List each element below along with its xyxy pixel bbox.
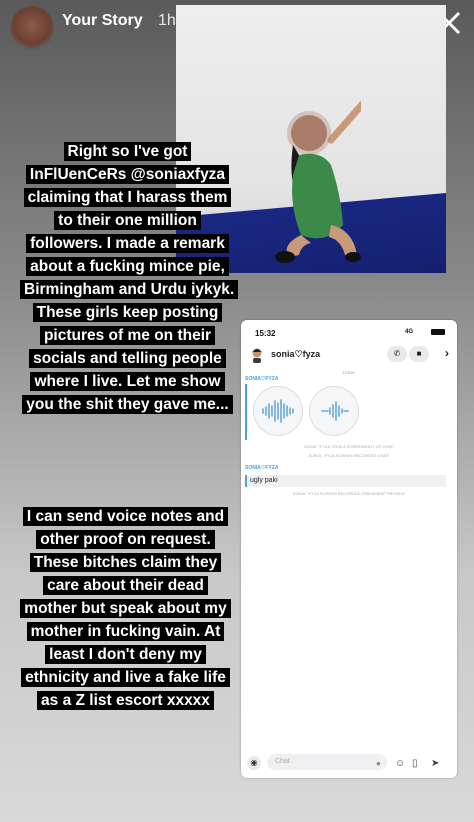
notice-screenshot: SONIA♡FYZA TOOK A SCREENSHOT OF CHAT! [304, 444, 394, 449]
avatar[interactable] [10, 6, 54, 50]
phone-icon[interactable]: ✆ [387, 346, 407, 362]
story-time: 1h [158, 12, 176, 29]
notice-profile: SONIA♡FYZA SCREEN RECORDED FRIENDSHIP PR… [292, 491, 406, 496]
status-network: 4G [404, 329, 413, 335]
chat-screenshot: 15:32 4G sonia♡fyza ✆ ■ › TODAY SONIA♡FY… [241, 320, 457, 778]
message-bar [245, 384, 247, 440]
rocket-icon[interactable]: ➤ [431, 758, 439, 769]
chat-input[interactable]: Chat [267, 754, 387, 770]
contact-name[interactable]: sonia♡fyza [271, 349, 320, 360]
chat-input-bar: ◉ Chat ● ☺ ▯ ➤ [241, 750, 457, 778]
story-title: Your Story [62, 12, 143, 29]
caption-bottom: I can send voice notes and other proof o… [18, 505, 233, 712]
sender-label: SONIA♡FYZA [245, 376, 279, 382]
voice-note-2[interactable] [309, 386, 359, 436]
bitmoji-avatar[interactable] [249, 347, 265, 363]
sender-label-2: SONIA♡FYZA [245, 465, 279, 471]
emoji-icon[interactable]: ☺ [395, 758, 405, 769]
battery-icon [431, 329, 445, 335]
person-figure [275, 100, 361, 263]
notice-recorded: SONIA♡FYZA SCREEN RECORDED CHAT! [308, 453, 390, 458]
caption-top: Right so I've got InFlUenCeRs @soniaxfyz… [20, 140, 239, 416]
sticker-icon[interactable]: ▯ [412, 758, 418, 769]
voice-note-1[interactable] [253, 386, 303, 436]
status-time: 15:32 [255, 329, 276, 338]
video-icon[interactable]: ■ [409, 346, 429, 362]
chevron-right-icon[interactable]: › [445, 346, 449, 360]
message-text: ugly paki [245, 475, 446, 487]
camera-icon[interactable]: ◉ [247, 756, 261, 770]
day-divider: TODAY [342, 370, 356, 375]
mic-icon[interactable]: ● [376, 759, 381, 768]
